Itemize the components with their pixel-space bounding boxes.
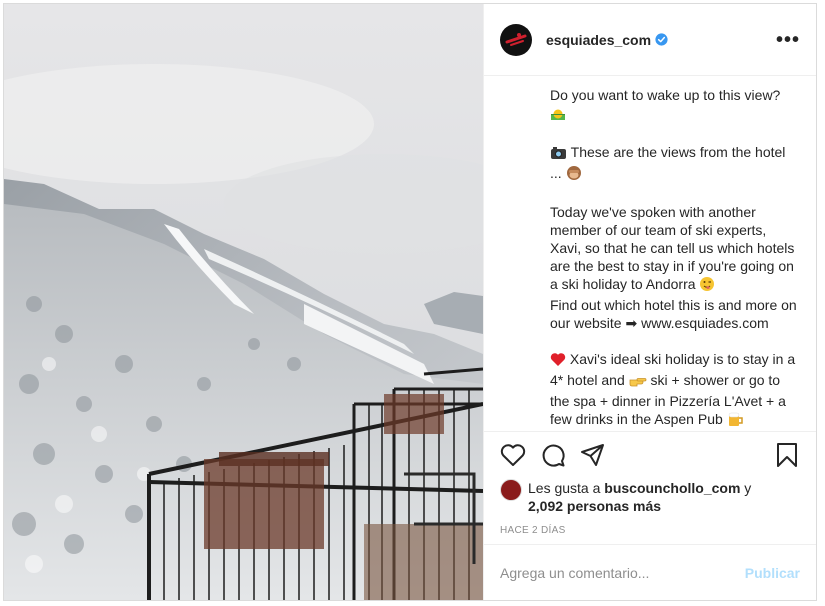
post-timestamp[interactable]: HACE 2 DÍAS (484, 515, 816, 544)
likes-text: Les gusta a buscounchollo_com y 2,092 pe… (528, 479, 751, 515)
instagram-post: esquiades_com ••• Do you want to wake up… (3, 3, 817, 601)
likes-prefix: Les gusta a (528, 480, 605, 496)
caption-text-2: These are the views from the hotel ... (550, 144, 790, 181)
publish-button[interactable]: Publicar (745, 565, 800, 581)
post-photo[interactable] (4, 4, 483, 600)
avatar[interactable] (500, 23, 532, 56)
share-icon (581, 443, 604, 466)
like-button[interactable] (498, 440, 528, 470)
snowy-mountain-balcony-image (4, 4, 483, 600)
caption-paragraph: These are the views from the hotel ... (550, 143, 800, 185)
see-no-evil-monkey-emoji-icon (566, 165, 582, 185)
verified-badge-icon (655, 33, 668, 46)
share-button[interactable] (578, 440, 608, 470)
caption-text-1: Do you want to wake up to this view? (550, 87, 781, 103)
comment-form: Publicar (484, 544, 816, 600)
camera-emoji-icon (550, 146, 567, 164)
liker-username-link[interactable]: buscounchollo_com (604, 480, 740, 496)
action-bar (484, 431, 816, 477)
caption-text-4: Find out which hotel this is and more on… (550, 297, 801, 331)
caption-paragraph: Today we've spoken with another member o… (550, 203, 800, 332)
post-header: esquiades_com ••• (484, 4, 816, 76)
likes-summary: Les gusta a buscounchollo_com y 2,092 pe… (484, 477, 816, 515)
liker-avatar[interactable] (500, 479, 522, 501)
post-caption: Do you want to wake up to this view? The… (550, 86, 800, 431)
bookmark-icon (777, 442, 797, 467)
save-button[interactable] (772, 440, 802, 470)
username-link[interactable]: esquiades_com (546, 32, 651, 48)
pointing-hand-emoji-icon (629, 374, 647, 392)
heart-emoji-icon (550, 352, 566, 371)
comment-button[interactable] (538, 440, 568, 470)
likes-count-link[interactable]: 2,092 personas más (528, 498, 661, 514)
likes-middle: y (740, 480, 752, 496)
post-sidebar: esquiades_com ••• Do you want to wake up… (483, 4, 816, 600)
sunrise-emoji-icon (550, 105, 566, 125)
esquiades-logo-icon (505, 32, 527, 46)
winking-tongue-emoji-icon (699, 276, 715, 296)
caption-area[interactable]: Do you want to wake up to this view? The… (484, 76, 816, 431)
more-options-icon[interactable]: ••• (776, 30, 800, 50)
comment-input[interactable] (500, 564, 745, 581)
caption-text-3: Today we've spoken with another member o… (550, 204, 799, 292)
caption-paragraph: Xavi's ideal ski holiday is to stay in a… (550, 350, 800, 431)
caption-paragraph: Do you want to wake up to this view? (550, 86, 800, 125)
heart-icon (500, 443, 526, 466)
comment-icon (542, 444, 565, 467)
beer-mug-emoji-icon (727, 411, 744, 431)
